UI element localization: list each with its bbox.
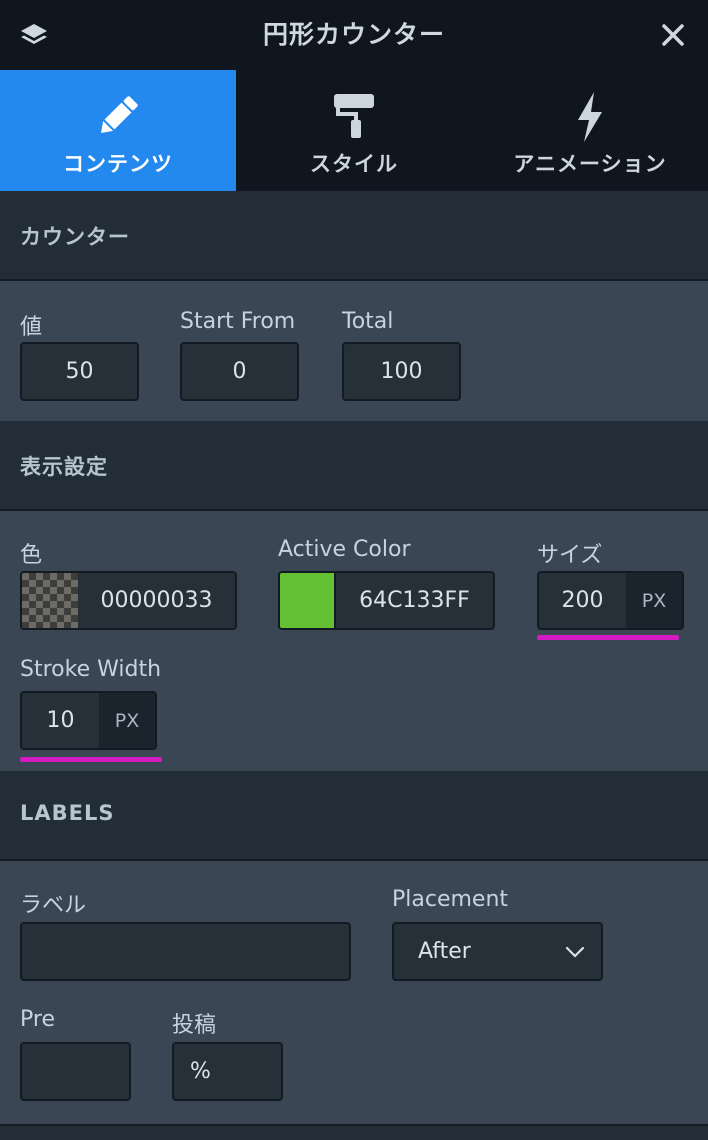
value-label: 値 [20, 315, 43, 340]
next-section-header[interactable] [0, 1124, 708, 1140]
total-input[interactable]: 100 [342, 342, 461, 401]
section-labels-header[interactable]: LABELS [0, 771, 708, 861]
active-color-value: 64C133FF [359, 588, 470, 613]
stroke-width-unit[interactable]: PX [99, 693, 155, 748]
chevron-down-icon [565, 946, 585, 958]
size-field[interactable]: 200 PX [537, 571, 684, 630]
placement-value: After [418, 939, 471, 964]
size-unit[interactable]: PX [626, 573, 682, 628]
label-label: ラベル [20, 893, 87, 918]
paint-roller-icon [334, 94, 374, 138]
tab-animation-label: アニメーション [513, 152, 667, 176]
lightning-icon [578, 92, 602, 142]
section-labels-title: LABELS [20, 801, 115, 825]
active-color-label: Active Color [278, 537, 411, 562]
pencil-icon [101, 96, 138, 133]
tab-animation[interactable]: アニメーション [472, 70, 708, 191]
color-swatch[interactable] [22, 573, 78, 628]
tab-style-label: スタイル [310, 152, 398, 176]
post-label: 投稿 [172, 1013, 217, 1038]
placement-select[interactable]: After [392, 922, 603, 981]
start-from-input[interactable]: 0 [180, 342, 299, 401]
panel-title: 円形カウンター [262, 20, 445, 49]
size-label: サイズ [537, 543, 603, 568]
pre-label: Pre [20, 1007, 55, 1032]
post-input[interactable]: % [172, 1042, 283, 1101]
section-display-header[interactable]: 表示設定 [0, 421, 708, 511]
panel-header: 円形カウンター [0, 0, 708, 70]
close-icon[interactable] [656, 18, 690, 52]
section-display-title: 表示設定 [20, 455, 108, 479]
color-label: 色 [20, 543, 43, 568]
stroke-width-value: 10 [46, 708, 75, 733]
value-input[interactable]: 50 [20, 342, 139, 401]
section-counter-title: カウンター [20, 225, 130, 249]
tab-style[interactable]: スタイル [236, 70, 472, 191]
tab-content-label: コンテンツ [63, 152, 173, 176]
stroke-width-label: Stroke Width [20, 657, 162, 682]
pre-input[interactable] [20, 1042, 131, 1101]
stroke-highlight-underline [20, 757, 162, 762]
section-display-body: 色 00000033 Active Color 64C133FF サイズ 200… [0, 511, 708, 771]
start-from-label: Start From [180, 309, 296, 334]
label-input[interactable] [20, 922, 351, 981]
size-highlight-underline [537, 635, 679, 640]
active-color-field[interactable]: 64C133FF [278, 571, 495, 630]
section-counter-body: 値 50 Start From 0 Total 100 [0, 281, 708, 421]
tab-bar: コンテンツ スタイル アニメーション [0, 70, 708, 191]
total-label: Total [342, 309, 394, 334]
color-value: 00000033 [100, 588, 213, 613]
active-color-swatch[interactable] [280, 573, 336, 628]
tab-content[interactable]: コンテンツ [0, 70, 236, 191]
stroke-width-field[interactable]: 10 PX [20, 691, 157, 750]
size-value: 200 [561, 588, 604, 613]
placement-label: Placement [392, 887, 509, 912]
section-labels-body: ラベル Placement After Pre 投稿 % [0, 861, 708, 1124]
color-field[interactable]: 00000033 [20, 571, 237, 630]
section-counter-header[interactable]: カウンター [0, 191, 708, 281]
